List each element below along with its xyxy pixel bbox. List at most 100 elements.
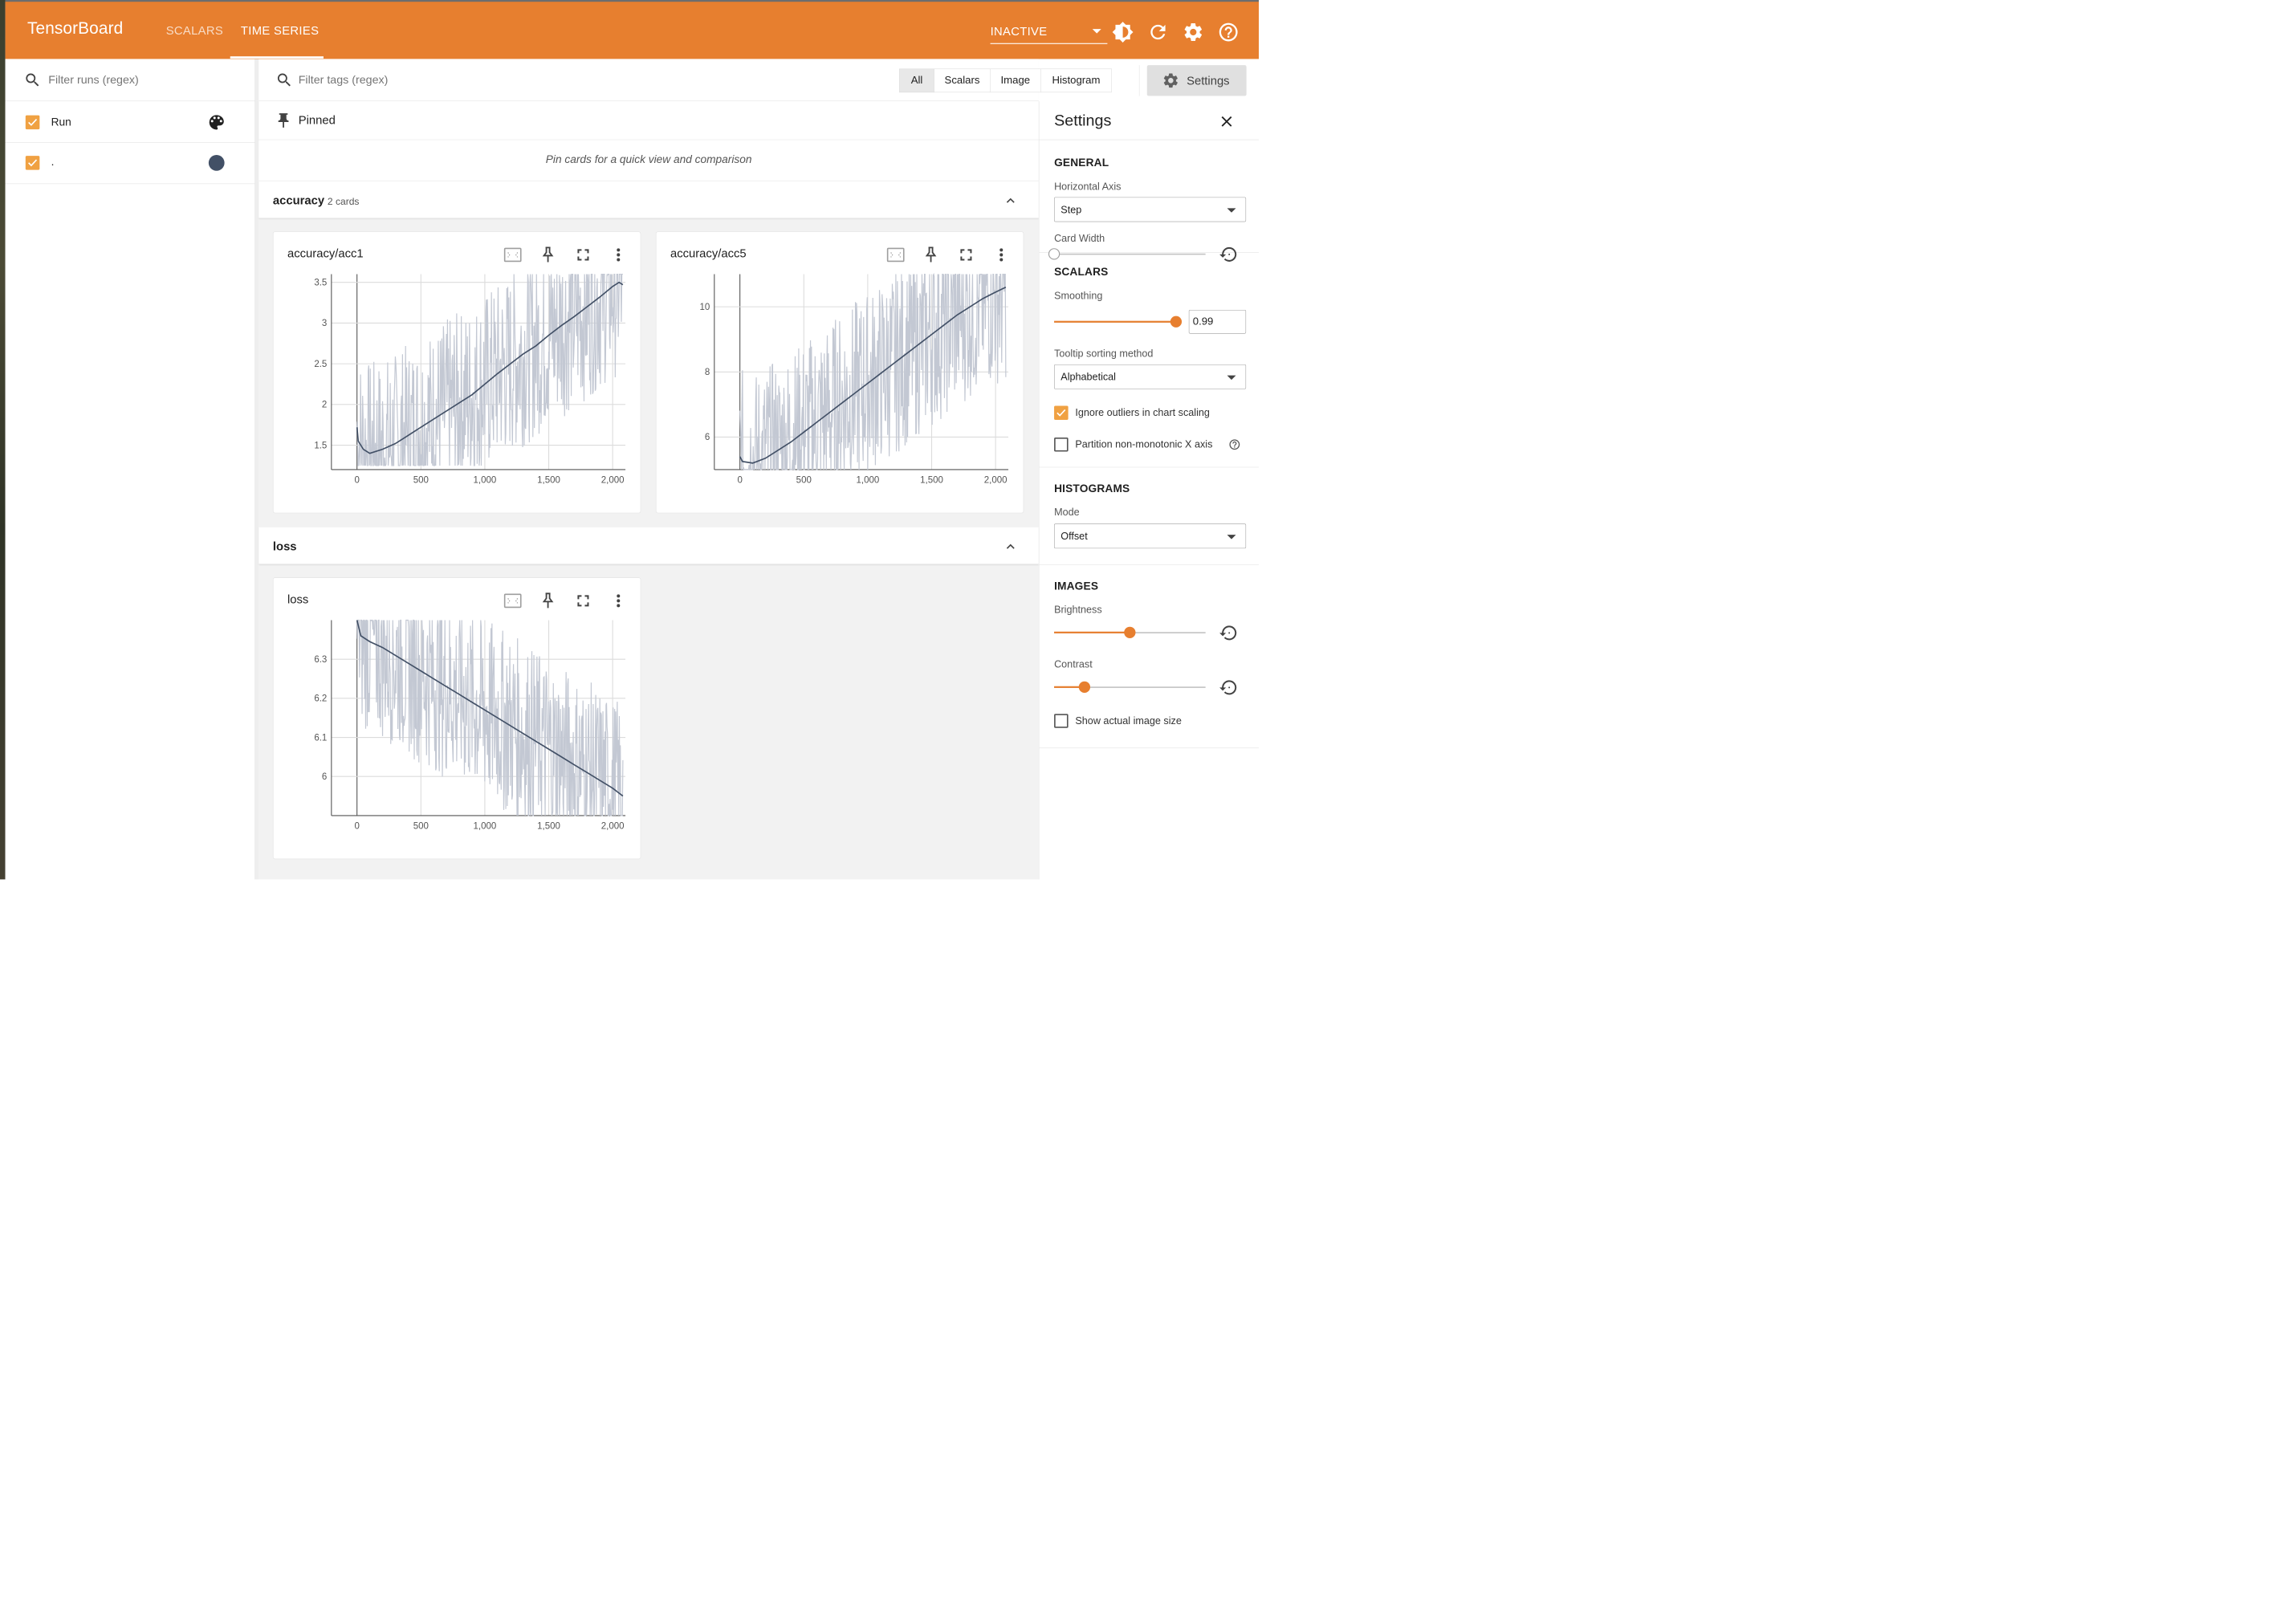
help-icon[interactable] bbox=[1217, 21, 1239, 43]
top-bar: TensorBoard SCALARS TIME SERIES INACTIVE bbox=[5, 0, 1260, 59]
plot-area: 0 500 1,000 1,500 2,000 6 8 10 bbox=[700, 273, 1009, 485]
x-tick-label: 1,000 bbox=[474, 475, 497, 485]
tooltip-sort-select[interactable]: Alphabetical bbox=[1054, 364, 1247, 389]
brightness-label: Brightness bbox=[1054, 604, 1102, 616]
histogram-mode-select[interactable]: Offset bbox=[1054, 523, 1247, 549]
brightness-icon[interactable] bbox=[1112, 21, 1134, 43]
y-tick-label: 6.1 bbox=[314, 733, 327, 743]
chart-acc1[interactable]: 0 500 1,000 1,500 2,000 1.5 2 2.5 3 3.5 bbox=[273, 232, 641, 514]
filter-scalars-button[interactable]: Scalars bbox=[934, 68, 991, 93]
chart-loss[interactable]: 0 500 1,000 1,500 2,000 6 6.1 6.2 6.3 bbox=[273, 578, 641, 860]
smoothing-fill bbox=[1054, 320, 1177, 323]
x-tick-label: 1,500 bbox=[537, 475, 560, 485]
gear-icon[interactable] bbox=[1183, 21, 1204, 43]
settings-button[interactable] bbox=[1146, 65, 1247, 96]
tab-scalars[interactable]: SCALARS bbox=[166, 24, 223, 38]
search-icon bbox=[277, 73, 291, 87]
run-color-swatch[interactable] bbox=[208, 154, 225, 171]
runs-filter-placeholder: Filter runs (regex) bbox=[48, 73, 139, 87]
x-tick-label: 1,500 bbox=[537, 821, 560, 831]
horizontal-axis-label: Horizontal Axis bbox=[1054, 180, 1122, 193]
group-header-loss[interactable]: loss bbox=[259, 527, 1039, 564]
x-tick-label: 1,500 bbox=[920, 475, 943, 485]
close-icon[interactable] bbox=[1218, 112, 1236, 130]
x-tick-label: 1,000 bbox=[857, 475, 880, 485]
run-checkbox[interactable] bbox=[25, 156, 40, 170]
brightness-fill bbox=[1054, 631, 1130, 633]
group-header-accuracy[interactable]: accuracy 2 cards bbox=[259, 181, 1039, 218]
main-toolbar: Filter tags (regex) All Scalars Image Hi… bbox=[259, 59, 1247, 102]
chevron-down-icon bbox=[1227, 375, 1236, 381]
tooltip-sort-value: Alphabetical bbox=[1060, 371, 1116, 383]
plot-area: 0 500 1,000 1,500 2,000 6 6.1 6.2 6.3 bbox=[314, 619, 626, 831]
reload-status: INACTIVE bbox=[990, 24, 1048, 39]
x-tick-label: 0 bbox=[354, 821, 359, 831]
x-tick-label: 1,000 bbox=[474, 821, 497, 831]
group-card-count: 2 cards bbox=[327, 195, 360, 207]
x-tick-label: 500 bbox=[413, 821, 429, 831]
select-all-runs-checkbox[interactable] bbox=[25, 115, 40, 130]
actual-size-checkbox[interactable] bbox=[1054, 714, 1069, 728]
x-tick-label: 500 bbox=[796, 475, 812, 485]
tags-filter-input[interactable]: Filter tags (regex) bbox=[299, 73, 389, 87]
section-title: SCALARS bbox=[1054, 266, 1109, 279]
runs-filter[interactable]: Filter runs (regex) bbox=[5, 59, 255, 102]
contrast-label: Contrast bbox=[1054, 658, 1093, 670]
smoothing-knob[interactable] bbox=[1170, 316, 1183, 328]
y-tick-label: 8 bbox=[705, 368, 710, 377]
card-width-label: Card Width bbox=[1054, 232, 1105, 244]
section-title: GENERAL bbox=[1054, 157, 1109, 169]
y-tick-label: 6 bbox=[322, 772, 327, 782]
filter-all-button[interactable]: All bbox=[899, 68, 934, 93]
x-tick-label: 0 bbox=[737, 475, 742, 485]
pinned-section-header: Pinned bbox=[259, 101, 1039, 140]
x-tick-label: 2,000 bbox=[601, 821, 625, 831]
y-tick-label: 6.3 bbox=[314, 655, 327, 665]
settings-images: IMAGES Brightness Contrast Show actual i… bbox=[1039, 565, 1260, 749]
group-name: accuracy bbox=[272, 193, 325, 207]
pinned-title: Pinned bbox=[298, 113, 336, 127]
time-series-main: Filter tags (regex) All Scalars Image Hi… bbox=[259, 59, 1247, 880]
tab-time-series[interactable]: TIME SERIES bbox=[241, 24, 319, 38]
chevron-down-icon bbox=[1227, 535, 1236, 539]
ignore-outliers-label: Ignore outliers in chart scaling bbox=[1075, 406, 1210, 418]
desktop-edge bbox=[0, 0, 6, 880]
y-tick-label: 6 bbox=[705, 433, 710, 442]
y-tick-label: 2 bbox=[322, 401, 327, 410]
x-tick-label: 2,000 bbox=[984, 475, 1008, 485]
help-icon[interactable] bbox=[1228, 438, 1240, 450]
chart-acc5[interactable]: 0 500 1,000 1,500 2,000 6 8 10 bbox=[656, 232, 1024, 514]
runs-panel: Filter runs (regex) Run . bbox=[5, 59, 255, 880]
palette-icon[interactable] bbox=[207, 112, 226, 132]
pin-icon bbox=[278, 113, 289, 128]
actual-size-label: Show actual image size bbox=[1075, 714, 1182, 727]
y-tick-label: 10 bbox=[700, 303, 710, 312]
toolbar-divider bbox=[1138, 65, 1140, 96]
smoothing-input[interactable]: 0.99 bbox=[1188, 309, 1247, 334]
ignore-outliers-checkbox[interactable] bbox=[1054, 405, 1069, 421]
chevron-up-icon[interactable] bbox=[1003, 539, 1019, 555]
filter-image-button[interactable]: Image bbox=[990, 68, 1041, 93]
filter-histogram-button[interactable]: Histogram bbox=[1040, 68, 1112, 93]
horizontal-axis-select[interactable]: Step bbox=[1054, 197, 1247, 222]
reset-icon[interactable] bbox=[1219, 678, 1238, 697]
scalar-card-loss: loss 0 500 1,000 1,500 2,000 6 6.1 6.2 6.3 bbox=[272, 577, 641, 860]
search-icon bbox=[26, 73, 39, 87]
scalar-card-acc1: accuracy/acc1 0 500 1,000 1,500 2,000 1.5 2 2.5… bbox=[272, 231, 641, 514]
refresh-icon[interactable] bbox=[1147, 21, 1169, 43]
settings-panel: Settings GENERAL Horizontal Axis Step Ca… bbox=[1038, 101, 1260, 880]
x-tick-label: 500 bbox=[413, 475, 429, 485]
group-name: loss bbox=[272, 539, 297, 553]
brightness-knob[interactable] bbox=[1124, 626, 1136, 638]
chevron-up-icon[interactable] bbox=[1003, 193, 1019, 209]
contrast-knob[interactable] bbox=[1078, 681, 1090, 693]
settings-scalars: SCALARS Smoothing 0.99 Tooltip sorting m… bbox=[1039, 253, 1260, 468]
histogram-mode-label: Mode bbox=[1054, 506, 1080, 518]
partition-checkbox[interactable] bbox=[1054, 437, 1069, 452]
reset-icon[interactable] bbox=[1219, 623, 1238, 642]
reload-status-select[interactable]: INACTIVE bbox=[990, 19, 1108, 44]
run-name: . bbox=[51, 156, 55, 169]
raw-series-line bbox=[356, 619, 624, 816]
tensorboard-app: TensorBoard SCALARS TIME SERIES INACTIVE… bbox=[0, 0, 1260, 880]
settings-header: Settings bbox=[1039, 101, 1260, 140]
